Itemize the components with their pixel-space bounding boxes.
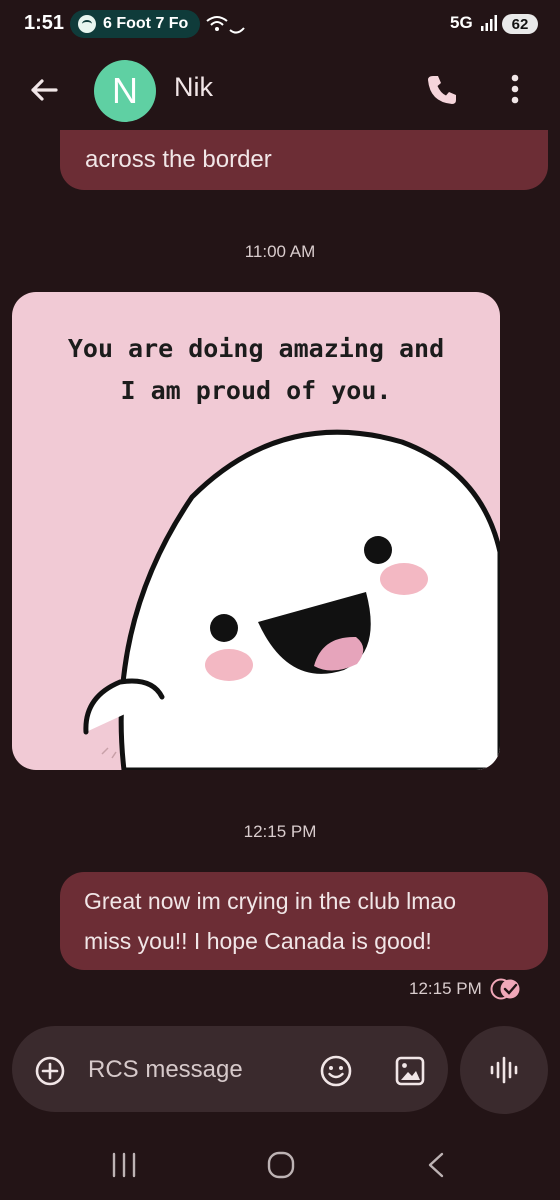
contact-avatar[interactable]: N (94, 60, 156, 122)
incoming-message-bubble[interactable]: across the border (60, 130, 548, 190)
voice-icon (490, 1056, 518, 1084)
gallery-icon[interactable] (392, 1053, 428, 1089)
more-vert-icon[interactable] (500, 70, 530, 110)
timestamp: 12:15 PM (243, 822, 317, 841)
image-message[interactable]: You are doing amazing and I am proud of … (12, 292, 500, 770)
back-arrow-icon[interactable] (26, 72, 62, 108)
outgoing-message-bubble[interactable]: Great now im crying in the club lmao mis… (60, 872, 548, 970)
add-icon[interactable] (34, 1055, 66, 1087)
battery-indicator: 62 (502, 14, 538, 34)
recents-icon[interactable] (110, 1150, 138, 1180)
message-input[interactable] (88, 1053, 288, 1087)
spotify-icon (78, 15, 96, 33)
now-playing-text: 6 Foot 7 Fo (103, 15, 189, 32)
read-receipt-icon (490, 978, 520, 1000)
timestamp: 11:00 AM (244, 242, 316, 261)
home-icon[interactable] (266, 1150, 296, 1180)
network-type: 5G (450, 13, 473, 32)
contact-name[interactable]: Nik (174, 72, 213, 103)
signal-icon (481, 15, 497, 31)
status-time: 1:51 (24, 12, 65, 34)
message-text: across the border (85, 146, 272, 173)
phone-icon[interactable] (424, 72, 460, 108)
message-text-line: Great now im crying in the club lmao (84, 888, 456, 914)
emoji-icon[interactable] (318, 1053, 354, 1089)
voice-message-button[interactable] (460, 1026, 548, 1114)
ghost-illustration (83, 429, 500, 770)
message-text-line: miss you!! I hope Canada is good! (84, 928, 432, 954)
wifi-icon (206, 16, 245, 34)
message-sent-time: 12:15 PM (409, 979, 482, 998)
now-playing-chip[interactable]: 6 Foot 7 Fo (70, 10, 200, 38)
nav-back-icon[interactable] (424, 1150, 448, 1180)
